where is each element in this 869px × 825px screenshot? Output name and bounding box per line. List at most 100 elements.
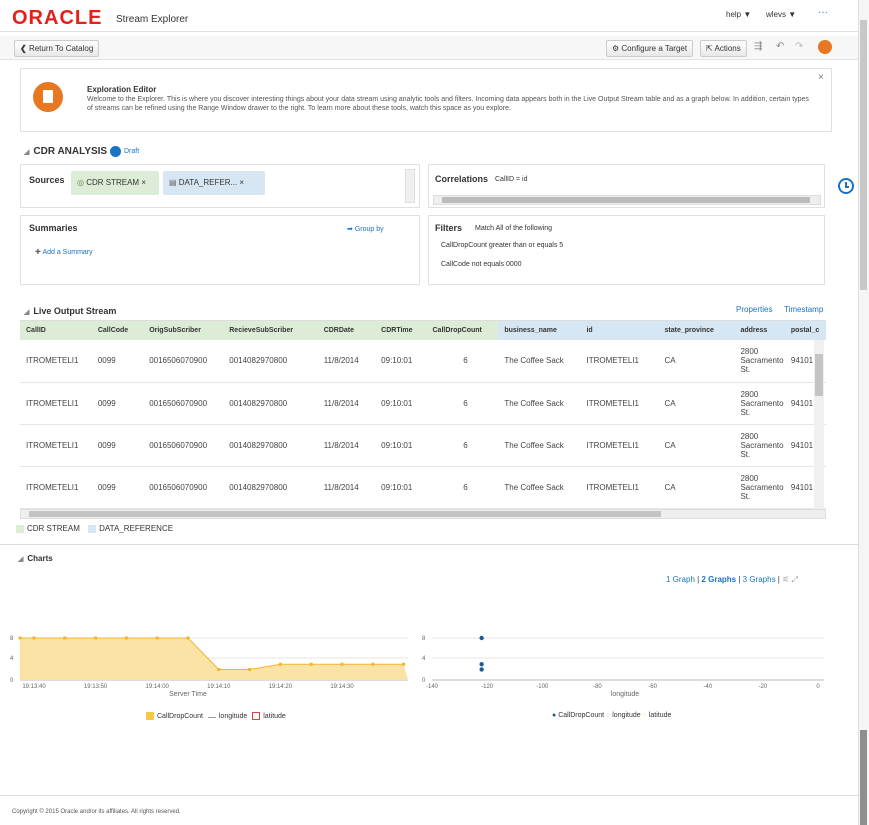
data-point xyxy=(94,636,98,640)
table-cell: ITROMETELI1 xyxy=(580,424,659,467)
column-header[interactable]: CallDropCount xyxy=(426,321,499,340)
summaries-panel: Summaries ➡ Group by ✚ Add a Summary xyxy=(20,215,420,285)
draft-badge: Draft xyxy=(124,148,140,155)
table-cell: CA xyxy=(658,424,735,467)
legend-swatch xyxy=(252,712,261,720)
gear-icon: ⚙ xyxy=(612,44,622,53)
y-tick-label: 8 xyxy=(10,636,14,642)
data-point xyxy=(32,636,36,640)
user-menu[interactable]: wlevs ▼ xyxy=(766,10,796,19)
table-cell: ITROMETELI1 xyxy=(580,466,659,509)
filter-item[interactable]: CallCode not equals 0000 xyxy=(441,261,522,268)
data-point xyxy=(63,636,67,640)
data-point xyxy=(217,668,221,671)
column-header[interactable]: CallCode xyxy=(91,321,144,340)
x-tick-label: 19:14:30 xyxy=(330,684,354,690)
calldropcount-longitude-chart: 840-140 -120 -100 -80 -60 -40 -20 0longitude xyxy=(422,635,824,698)
expand-icon[interactable]: ⤢ xyxy=(792,575,798,584)
table-cell: 6 xyxy=(426,466,499,509)
column-header[interactable]: CallID xyxy=(20,321,92,340)
source-chip-data-reference[interactable]: ▤ DATA_REFER... × xyxy=(163,171,265,195)
table-cell: 0016506070900 xyxy=(143,382,224,425)
group-by-button[interactable]: ➡ Group by xyxy=(347,225,384,233)
source-chip-cdr-stream[interactable]: ◎ CDR STREAM × xyxy=(71,171,159,195)
cdr-analysis-heading: ◢ CDR ANALYSIS xyxy=(24,146,108,157)
page-scroll-thumb-lower[interactable] xyxy=(860,730,867,825)
table-cell: ITROMETELI1 xyxy=(580,382,659,425)
table-cell: 6 xyxy=(426,382,499,425)
two-graphs-button[interactable]: 2 Graphs xyxy=(701,575,736,584)
document-icon: ▤ xyxy=(169,178,179,187)
table-cell: 11/8/2014 xyxy=(317,340,376,383)
data-point xyxy=(402,662,406,666)
data-point xyxy=(155,636,159,640)
table-cell: 09:10:01 xyxy=(375,340,427,383)
copyright: Copyright © 2015 Oracle and/or its affil… xyxy=(12,809,181,815)
legend-swatch xyxy=(207,715,216,718)
column-header[interactable]: id xyxy=(580,321,659,340)
collapse-icon[interactable]: ◢ xyxy=(18,556,23,563)
status-icon[interactable] xyxy=(818,40,832,54)
data-point xyxy=(18,636,22,640)
column-header[interactable]: postal_c xyxy=(784,321,826,340)
add-summary-button[interactable]: ✚ Add a Summary xyxy=(35,248,93,256)
table-row[interactable]: ITROMETELI1 0099 0016506070900 001408297080… xyxy=(20,424,826,467)
column-header[interactable]: address xyxy=(734,321,785,340)
legend-swatch xyxy=(88,524,97,533)
column-header[interactable]: state_province xyxy=(658,321,735,340)
table-cell: CA xyxy=(658,466,735,509)
column-header[interactable]: OrigSubScriber xyxy=(143,321,224,340)
column-header[interactable]: RecieveSubScriber xyxy=(223,321,318,340)
more-menu[interactable]: ··· xyxy=(818,7,828,18)
table-vscrollbar[interactable] xyxy=(814,340,824,510)
table-cell: 11/8/2014 xyxy=(317,424,376,467)
timestamp-link[interactable]: Timestamp xyxy=(784,305,823,314)
three-graphs-button[interactable]: 3 Graphs xyxy=(743,575,776,584)
publish-icon[interactable]: ⇶ xyxy=(754,41,762,52)
collapse-icon[interactable]: ◢ xyxy=(24,149,29,156)
correlations-label: Correlations xyxy=(435,174,489,184)
charts-heading: ◢ Charts xyxy=(18,554,53,563)
x-tick-label: 19:14:10 xyxy=(207,684,231,690)
table-header-row: CallID CallCode OrigSubScriber RecieveSubSc… xyxy=(20,321,826,340)
data-point xyxy=(186,636,190,640)
data-point xyxy=(479,635,484,641)
sources-label: Sources xyxy=(29,175,65,185)
collapse-icon[interactable]: ◢ xyxy=(24,309,29,316)
configure-target-button[interactable]: ⚙ Configure a Target xyxy=(606,40,694,57)
table-row[interactable]: ITROMETELI1 0099 0016506070900 001408297080… xyxy=(20,466,826,509)
column-header[interactable]: business_name xyxy=(498,321,581,340)
column-header[interactable]: CDRDate xyxy=(317,321,376,340)
x-axis-label: Server Time xyxy=(169,691,207,698)
summaries-label: Summaries xyxy=(29,223,78,233)
table-cell: The Coffee Sack xyxy=(498,382,581,425)
chart-settings-icon[interactable]: ⚟ xyxy=(782,575,789,584)
x-tick-label: -120 xyxy=(481,684,494,690)
one-graph-button[interactable]: 1 Graph xyxy=(666,575,695,584)
table-row[interactable]: ITROMETELI1 0099 0016506070900 001408297080… xyxy=(20,340,826,383)
actions-button[interactable]: ⇱ Actions xyxy=(700,40,747,57)
table-hscrollbar[interactable] xyxy=(20,509,826,519)
oracle-logo: ORACLE xyxy=(12,7,103,29)
x-axis-label: longitude xyxy=(611,691,640,698)
column-header[interactable]: CDRTime xyxy=(375,321,427,340)
filter-item[interactable]: CallDropCount greater than or equals 5 xyxy=(441,242,563,249)
x-tick-label: 19:14:20 xyxy=(269,684,293,690)
table-row[interactable]: ITROMETELI1 0099 0016506070900 001408297080… xyxy=(20,382,826,425)
correlations-scrollbar[interactable] xyxy=(433,195,821,205)
help-menu[interactable]: help ▼ xyxy=(726,10,751,19)
edit-icon[interactable] xyxy=(110,146,121,157)
live-output-heading: ◢ Live Output Stream xyxy=(24,306,117,316)
sources-scrollbar[interactable] xyxy=(405,169,415,203)
page-scroll-thumb[interactable] xyxy=(860,20,867,290)
undo-icon[interactable]: ↶ xyxy=(776,41,784,52)
return-to-catalog-button[interactable]: ❮ Return To Catalog xyxy=(14,40,100,57)
redo-icon[interactable]: ↷ xyxy=(795,41,803,52)
filters-match: Match All of the following xyxy=(475,225,553,232)
arrow-right-icon: ➡ xyxy=(347,226,355,233)
properties-link[interactable]: Properties xyxy=(736,305,772,314)
close-icon[interactable]: × xyxy=(818,72,824,83)
live-output-table: CallID CallCode OrigSubScriber RecieveSubSc… xyxy=(20,320,826,510)
y-tick-label: 4 xyxy=(10,656,14,662)
range-window-clock-icon[interactable] xyxy=(838,178,854,194)
